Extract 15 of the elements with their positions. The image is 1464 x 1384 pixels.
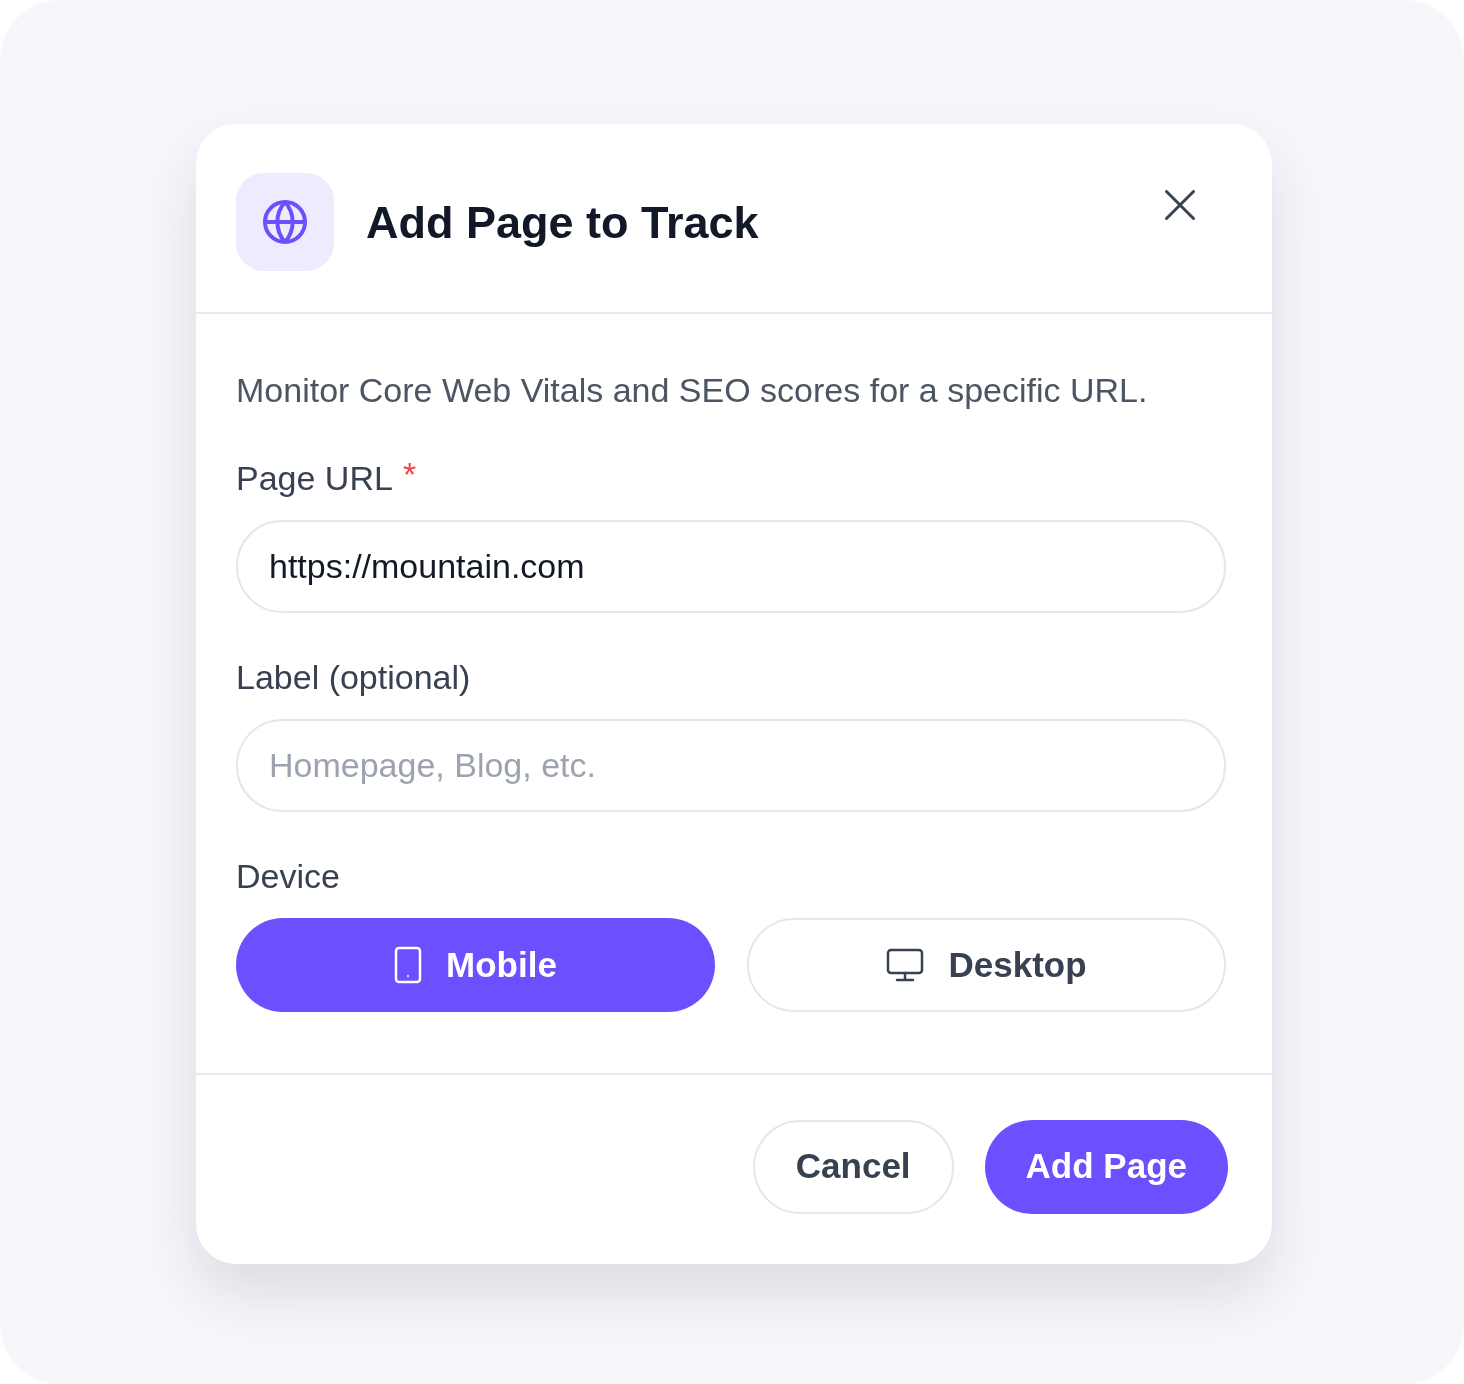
dialog-title: Add Page to Track: [366, 197, 759, 249]
device-option[interactable]: Mobile: [236, 918, 715, 1012]
field-label: Page URL: [236, 458, 393, 499]
monitor-icon: [886, 948, 925, 982]
field-label: Label (optional): [236, 657, 471, 698]
required-asterisk-icon: *: [402, 454, 417, 494]
phone-icon: [394, 946, 423, 984]
device-option[interactable]: Desktop: [747, 918, 1226, 1012]
input-field[interactable]: https://mountain.com: [236, 520, 1226, 613]
input-field[interactable]: Homepage, Blog, etc.: [236, 719, 1226, 812]
cancel-button[interactable]: Cancel: [752, 1119, 954, 1214]
add-page-button[interactable]: Add Page: [984, 1119, 1228, 1214]
description-text: Monitor Core Web Vitals and SEO scores for a specific URL.: [236, 370, 1149, 411]
globe-icon: [236, 173, 334, 271]
field-label: Device: [236, 856, 341, 897]
